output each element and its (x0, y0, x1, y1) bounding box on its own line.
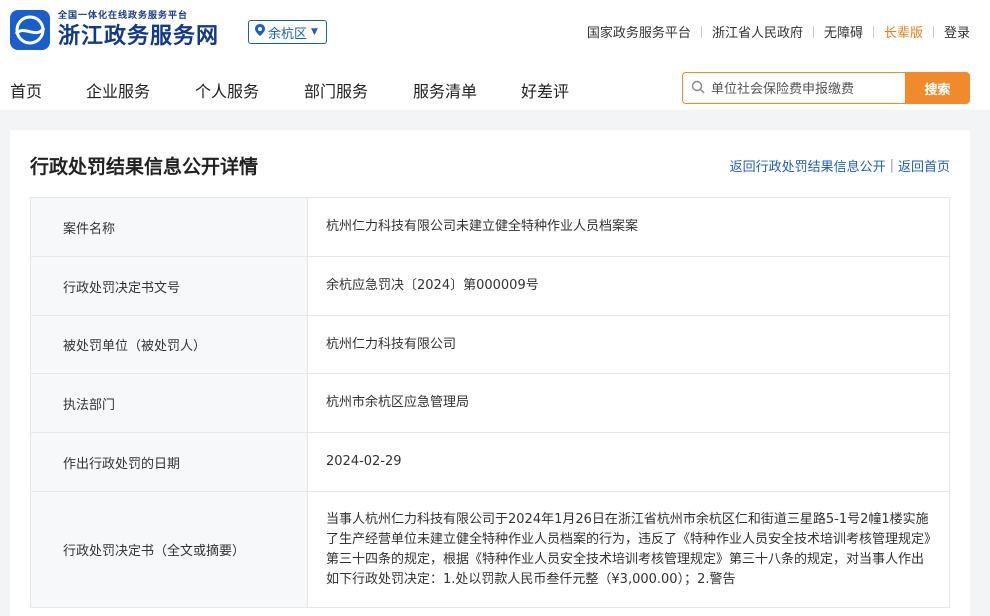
site-logo[interactable]: 全国一体化在线政务服务平台 浙江政务服务网 (10, 10, 219, 50)
row-value: 当事人杭州仁力科技有限公司于2024年1月26日在浙江省杭州市余杭区仁和街道三星… (307, 491, 950, 608)
location-pin-icon (255, 24, 265, 40)
chevron-down-icon: ▼ (311, 27, 318, 37)
region-label: 余杭区 (268, 26, 308, 42)
detail-card: 行政处罚结果信息公开详情 返回行政处罚结果信息公开 | 返回首页 案件名称 杭州… (10, 130, 970, 616)
logo-subtitle: 全国一体化在线政务服务平台 (58, 11, 189, 21)
search-box (682, 72, 906, 104)
nav-item-rating[interactable]: 好差评 (521, 78, 569, 102)
row-label: 被处罚单位（被处罚人） (30, 315, 308, 374)
link-zhejiang-government[interactable]: 浙江省人民政府 (712, 22, 803, 41)
table-row: 作出行政处罚的日期 2024-02-29 (30, 432, 950, 492)
nav-item-service-list[interactable]: 服务清单 (413, 78, 477, 102)
top-links: 国家政务服务平台 浙江省人民政府 无障碍 长辈版 登录 (587, 22, 970, 41)
row-label: 执法部门 (30, 373, 308, 433)
link-national-platform[interactable]: 国家政务服务平台 (587, 22, 691, 41)
row-value: 杭州仁力科技有限公司未建立健全特种作业人员档案案 (307, 197, 950, 257)
detail-table: 案件名称 杭州仁力科技有限公司未建立健全特种作业人员档案案 行政处罚决定书文号 … (30, 197, 950, 608)
table-row: 案件名称 杭州仁力科技有限公司未建立健全特种作业人员档案案 (30, 197, 950, 257)
logo-emblem-icon (10, 10, 50, 50)
row-label: 行政处罚决定书（全文或摘要） (30, 491, 308, 608)
back-links: 返回行政处罚结果信息公开 | 返回首页 (730, 156, 950, 175)
main-nav: 首页 企业服务 个人服务 部门服务 服务清单 好差评 搜索 (0, 62, 990, 110)
search-input[interactable] (711, 80, 891, 96)
table-row: 被处罚单位（被处罚人） 杭州仁力科技有限公司 (30, 315, 950, 374)
link-login[interactable]: 登录 (944, 22, 970, 41)
row-value: 杭州仁力科技有限公司 (307, 315, 950, 374)
row-value: 杭州市余杭区应急管理局 (307, 373, 950, 433)
divider (700, 25, 702, 38)
row-label: 行政处罚决定书文号 (30, 256, 308, 316)
page-title: 行政处罚结果信息公开详情 (30, 156, 259, 178)
divider (932, 25, 934, 38)
divider (872, 25, 874, 38)
divider: | (889, 158, 894, 173)
row-value: 2024-02-29 (307, 432, 950, 492)
top-header: 全国一体化在线政务服务平台 浙江政务服务网 余杭区 ▼ 国家政务服务平台 浙江省… (0, 0, 990, 62)
region-selector[interactable]: 余杭区 ▼ (248, 20, 327, 44)
divider (812, 25, 814, 38)
back-to-home-link[interactable]: 返回首页 (898, 156, 950, 175)
nav-item-enterprise[interactable]: 企业服务 (86, 78, 150, 102)
table-row: 行政处罚决定书（全文或摘要） 当事人杭州仁力科技有限公司于2024年1月26日在… (30, 491, 950, 608)
row-value: 余杭应急罚决〔2024〕第000009号 (307, 256, 950, 316)
link-accessibility[interactable]: 无障碍 (824, 22, 863, 41)
row-label: 案件名称 (30, 197, 308, 257)
nav-item-home[interactable]: 首页 (10, 78, 42, 102)
back-to-list-link[interactable]: 返回行政处罚结果信息公开 (730, 156, 886, 175)
link-elder-mode[interactable]: 长辈版 (884, 22, 923, 41)
table-row: 执法部门 杭州市余杭区应急管理局 (30, 373, 950, 433)
table-row: 行政处罚决定书文号 余杭应急罚决〔2024〕第000009号 (30, 256, 950, 316)
nav-item-personal[interactable]: 个人服务 (195, 78, 259, 102)
search-button[interactable]: 搜索 (905, 72, 970, 104)
nav-item-department[interactable]: 部门服务 (304, 78, 368, 102)
row-label: 作出行政处罚的日期 (30, 432, 308, 492)
search-icon (691, 79, 705, 98)
logo-title: 浙江政务服务网 (58, 23, 220, 49)
